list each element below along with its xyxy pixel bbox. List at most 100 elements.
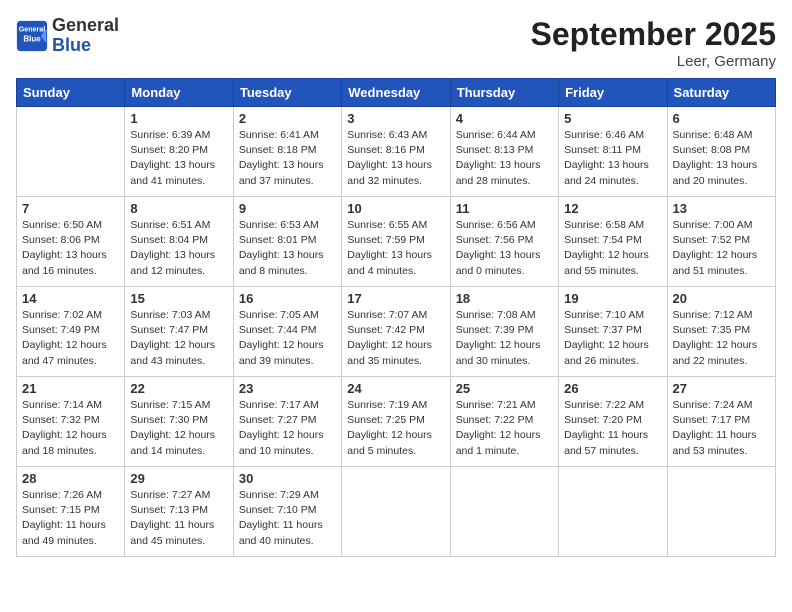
calendar-cell: 9 Sunrise: 6:53 AMSunset: 8:01 PMDaylight… [233, 197, 341, 287]
calendar-cell: 28 Sunrise: 7:26 AMSunset: 7:15 PMDayligh… [17, 467, 125, 557]
day-info: Sunrise: 7:27 AMSunset: 7:13 PMDaylight:… [130, 488, 227, 549]
day-number: 24 [347, 381, 444, 396]
day-number: 20 [673, 291, 770, 306]
day-info: Sunrise: 7:03 AMSunset: 7:47 PMDaylight:… [130, 308, 227, 369]
day-info: Sunrise: 6:55 AMSunset: 7:59 PMDaylight:… [347, 218, 444, 279]
day-number: 26 [564, 381, 661, 396]
day-number: 22 [130, 381, 227, 396]
calendar-cell: 11 Sunrise: 6:56 AMSunset: 7:56 PMDayligh… [450, 197, 558, 287]
calendar-week-4: 21Sunrise: 7:14 AMSunset: 7:32 PMDayligh… [17, 377, 776, 467]
calendar-cell: 29 Sunrise: 7:27 AMSunset: 7:13 PMDayligh… [125, 467, 233, 557]
day-number: 25 [456, 381, 553, 396]
calendar-cell: 26Sunrise: 7:22 AMSunset: 7:20 PMDayligh… [559, 377, 667, 467]
calendar-week-3: 14 Sunrise: 7:02 AMSunset: 7:49 PMDayligh… [17, 287, 776, 377]
day-number: 6 [673, 111, 770, 126]
weekday-header-friday: Friday [559, 79, 667, 107]
day-info: Sunrise: 6:53 AMSunset: 8:01 PMDaylight:… [239, 218, 336, 279]
day-info: Sunrise: 7:12 AMSunset: 7:35 PMDaylight:… [673, 308, 770, 369]
day-info: Sunrise: 7:05 AMSunset: 7:44 PMDaylight:… [239, 308, 336, 369]
page-header: General Blue General Blue September 2025… [16, 16, 776, 70]
day-info: Sunrise: 7:14 AMSunset: 7:32 PMDaylight:… [22, 398, 119, 459]
calendar-cell [559, 467, 667, 557]
calendar-cell: 20 Sunrise: 7:12 AMSunset: 7:35 PMDayligh… [667, 287, 775, 377]
calendar-week-2: 7 Sunrise: 6:50 AMSunset: 8:06 PMDaylight… [17, 197, 776, 287]
weekday-header-tuesday: Tuesday [233, 79, 341, 107]
day-info: Sunrise: 7:19 AMSunset: 7:25 PMDaylight:… [347, 398, 444, 459]
calendar-cell: 12 Sunrise: 6:58 AMSunset: 7:54 PMDayligh… [559, 197, 667, 287]
day-info: Sunrise: 7:15 AMSunset: 7:30 PMDaylight:… [130, 398, 227, 459]
day-number: 19 [564, 291, 661, 306]
calendar-cell: 30Sunrise: 7:29 AMSunset: 7:10 PMDayligh… [233, 467, 341, 557]
day-info: Sunrise: 6:39 AMSunset: 8:20 PMDaylight:… [130, 128, 227, 189]
day-info: Sunrise: 7:08 AMSunset: 7:39 PMDaylight:… [456, 308, 553, 369]
day-info: Sunrise: 7:00 AMSunset: 7:52 PMDaylight:… [673, 218, 770, 279]
day-info: Sunrise: 6:58 AMSunset: 7:54 PMDaylight:… [564, 218, 661, 279]
day-number: 8 [130, 201, 227, 216]
calendar-cell [17, 107, 125, 197]
day-number: 23 [239, 381, 336, 396]
calendar-cell: 6 Sunrise: 6:48 AMSunset: 8:08 PMDaylight… [667, 107, 775, 197]
day-number: 7 [22, 201, 119, 216]
day-number: 2 [239, 111, 336, 126]
day-info: Sunrise: 7:24 AMSunset: 7:17 PMDaylight:… [673, 398, 770, 459]
calendar-cell: 27 Sunrise: 7:24 AMSunset: 7:17 PMDayligh… [667, 377, 775, 467]
weekday-header-sunday: Sunday [17, 79, 125, 107]
day-number: 11 [456, 201, 553, 216]
calendar-week-5: 28 Sunrise: 7:26 AMSunset: 7:15 PMDayligh… [17, 467, 776, 557]
day-info: Sunrise: 6:51 AMSunset: 8:04 PMDaylight:… [130, 218, 227, 279]
day-number: 18 [456, 291, 553, 306]
day-info: Sunrise: 7:02 AMSunset: 7:49 PMDaylight:… [22, 308, 119, 369]
calendar-cell: 14 Sunrise: 7:02 AMSunset: 7:49 PMDayligh… [17, 287, 125, 377]
calendar-cell: 21Sunrise: 7:14 AMSunset: 7:32 PMDayligh… [17, 377, 125, 467]
day-number: 17 [347, 291, 444, 306]
month-title: September 2025 Leer, Germany [531, 16, 776, 70]
calendar-header-row: SundayMondayTuesdayWednesdayThursdayFrid… [17, 79, 776, 107]
day-number: 29 [130, 471, 227, 486]
day-number: 3 [347, 111, 444, 126]
weekday-header-wednesday: Wednesday [342, 79, 450, 107]
day-number: 14 [22, 291, 119, 306]
day-number: 13 [673, 201, 770, 216]
calendar-cell: 2 Sunrise: 6:41 AMSunset: 8:18 PMDaylight… [233, 107, 341, 197]
day-number: 16 [239, 291, 336, 306]
calendar-cell: 7 Sunrise: 6:50 AMSunset: 8:06 PMDaylight… [17, 197, 125, 287]
calendar-cell: 1 Sunrise: 6:39 AMSunset: 8:20 PMDaylight… [125, 107, 233, 197]
calendar-cell: 16 Sunrise: 7:05 AMSunset: 7:44 PMDayligh… [233, 287, 341, 377]
location: Leer, Germany [531, 53, 776, 70]
day-info: Sunrise: 6:41 AMSunset: 8:18 PMDaylight:… [239, 128, 336, 189]
day-info: Sunrise: 7:17 AMSunset: 7:27 PMDaylight:… [239, 398, 336, 459]
calendar-cell: 24 Sunrise: 7:19 AMSunset: 7:25 PMDayligh… [342, 377, 450, 467]
weekday-header-saturday: Saturday [667, 79, 775, 107]
day-info: Sunrise: 6:44 AMSunset: 8:13 PMDaylight:… [456, 128, 553, 189]
day-number: 12 [564, 201, 661, 216]
day-number: 5 [564, 111, 661, 126]
day-number: 10 [347, 201, 444, 216]
day-number: 9 [239, 201, 336, 216]
calendar-cell [450, 467, 558, 557]
calendar-cell: 10 Sunrise: 6:55 AMSunset: 7:59 PMDayligh… [342, 197, 450, 287]
day-number: 27 [673, 381, 770, 396]
weekday-header-monday: Monday [125, 79, 233, 107]
calendar-cell: 13 Sunrise: 7:00 AMSunset: 7:52 PMDayligh… [667, 197, 775, 287]
day-number: 28 [22, 471, 119, 486]
calendar-cell: 19Sunrise: 7:10 AMSunset: 7:37 PMDayligh… [559, 287, 667, 377]
calendar-cell: 15 Sunrise: 7:03 AMSunset: 7:47 PMDayligh… [125, 287, 233, 377]
calendar-cell: 5 Sunrise: 6:46 AMSunset: 8:11 PMDaylight… [559, 107, 667, 197]
day-info: Sunrise: 6:56 AMSunset: 7:56 PMDaylight:… [456, 218, 553, 279]
calendar-cell: 17Sunrise: 7:07 AMSunset: 7:42 PMDayligh… [342, 287, 450, 377]
calendar-cell: 18 Sunrise: 7:08 AMSunset: 7:39 PMDayligh… [450, 287, 558, 377]
logo-icon: General Blue [16, 20, 48, 52]
day-number: 15 [130, 291, 227, 306]
day-info: Sunrise: 7:26 AMSunset: 7:15 PMDaylight:… [22, 488, 119, 549]
weekday-header-thursday: Thursday [450, 79, 558, 107]
day-info: Sunrise: 6:48 AMSunset: 8:08 PMDaylight:… [673, 128, 770, 189]
calendar-cell: 3 Sunrise: 6:43 AMSunset: 8:16 PMDaylight… [342, 107, 450, 197]
month-year: September 2025 [531, 16, 776, 53]
day-info: Sunrise: 6:50 AMSunset: 8:06 PMDaylight:… [22, 218, 119, 279]
calendar-cell [342, 467, 450, 557]
day-info: Sunrise: 6:46 AMSunset: 8:11 PMDaylight:… [564, 128, 661, 189]
day-info: Sunrise: 6:43 AMSunset: 8:16 PMDaylight:… [347, 128, 444, 189]
calendar-body: 1 Sunrise: 6:39 AMSunset: 8:20 PMDaylight… [17, 107, 776, 557]
day-number: 1 [130, 111, 227, 126]
calendar-cell: 4Sunrise: 6:44 AMSunset: 8:13 PMDaylight… [450, 107, 558, 197]
